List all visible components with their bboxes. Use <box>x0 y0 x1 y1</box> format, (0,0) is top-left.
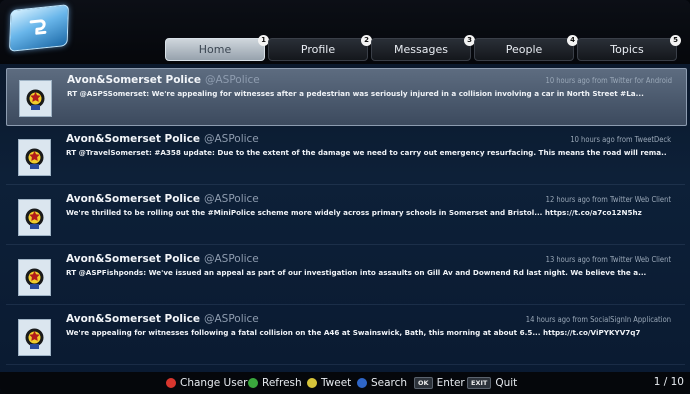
tab-people[interactable]: People 4 <box>474 35 578 61</box>
search-label: Search <box>371 377 408 389</box>
tweet-meta: 10 hours ago from Twitter for Android <box>545 76 672 85</box>
tab-label: People <box>505 43 543 56</box>
tweet-text: RT @TravelSomerset: #A358 update: Due to… <box>66 148 666 157</box>
author-name: Avon&Somerset Police <box>67 74 201 86</box>
ok-key-icon: OK <box>414 377 433 389</box>
police-crest-avatar <box>18 259 51 296</box>
tab-messages[interactable]: Messages 3 <box>371 35 475 61</box>
quit-label: Quit <box>495 377 518 389</box>
police-crest-avatar <box>19 80 52 117</box>
app-logo <box>8 4 70 52</box>
tweet-row[interactable]: Avon&Somerset Police @ASPolice 10 hours a… <box>6 68 687 126</box>
tab-label: Home <box>198 43 232 56</box>
tweet-meta: 12 hours ago from Twitter Web Client <box>545 195 671 204</box>
app-screen: Home 1 Profile 2 Messages 3 People 4 Top… <box>0 0 690 394</box>
tweet-text: We're appealing for witnesses following … <box>66 328 641 337</box>
tweet-author: Avon&Somerset Police @ASPolice <box>66 193 259 205</box>
author-handle: @ASPolice <box>203 253 259 265</box>
enter-button[interactable]: OK Enter <box>414 377 465 389</box>
tweet-text: RT @ASPFishponds: We've issued an appeal… <box>66 268 647 277</box>
tweet-row[interactable]: Avon&Somerset Police @ASPolice 14 hours a… <box>6 308 685 365</box>
tweet-author: Avon&Somerset Police @ASPolice <box>66 133 259 145</box>
tab-home[interactable]: Home 1 <box>165 35 269 61</box>
search-button[interactable]: Search <box>357 377 407 389</box>
author-handle: @ASPolice <box>203 133 259 145</box>
author-handle: @ASPolice <box>204 74 260 86</box>
refresh-label: Refresh <box>262 377 302 389</box>
tweet-row[interactable]: Avon&Somerset Police @ASPolice 12 hours a… <box>6 188 685 245</box>
top-bar: Home 1 Profile 2 Messages 3 People 4 Top… <box>0 0 690 64</box>
author-handle: @ASPolice <box>203 193 259 205</box>
tweet-row[interactable]: Avon&Somerset Police @ASPolice 13 hours a… <box>6 248 685 305</box>
yellow-button-icon <box>307 378 317 388</box>
author-name: Avon&Somerset Police <box>66 193 200 205</box>
tweet-button[interactable]: Tweet <box>307 377 351 389</box>
tweet-row[interactable]: Avon&Somerset Police @ASPolice 10 hours a… <box>6 128 685 185</box>
tab-label: Profile <box>300 43 336 56</box>
change-user-button[interactable]: Change User <box>166 377 247 389</box>
tweet-meta: 14 hours ago from SocialSignIn Applicati… <box>525 315 671 324</box>
change-user-label: Change User <box>180 377 248 389</box>
red-button-icon <box>166 378 176 388</box>
author-handle: @ASPolice <box>203 313 259 325</box>
exit-key-icon: EXIT <box>467 377 492 389</box>
police-crest-avatar <box>18 319 51 356</box>
author-name: Avon&Somerset Police <box>66 313 200 325</box>
tweet-author: Avon&Somerset Police @ASPolice <box>66 253 259 265</box>
tweet-meta: 13 hours ago from Twitter Web Client <box>545 255 671 264</box>
tweet-label: Tweet <box>321 377 352 389</box>
police-crest-avatar <box>18 199 51 236</box>
tab-label: Messages <box>394 43 448 56</box>
blue-button-icon <box>357 378 367 388</box>
refresh-button[interactable]: Refresh <box>248 377 302 389</box>
tab-badge: 5 <box>670 35 681 46</box>
tweet-text: RT @ASPSSomerset: We're appealing for wi… <box>67 89 644 98</box>
enter-label: Enter <box>436 377 465 389</box>
green-button-icon <box>248 378 258 388</box>
tweet-text: We're thrilled to be rolling out the #Mi… <box>66 208 642 217</box>
tweet-author: Avon&Somerset Police @ASPolice <box>66 313 259 325</box>
tweet-author: Avon&Somerset Police @ASPolice <box>67 74 260 86</box>
page-indicator: 1 / 10 <box>653 376 684 388</box>
author-name: Avon&Somerset Police <box>66 133 200 145</box>
twitter-bird-icon <box>29 19 47 35</box>
tweet-meta: 10 hours ago from TweetDeck <box>570 135 671 144</box>
author-name: Avon&Somerset Police <box>66 253 200 265</box>
quit-button[interactable]: EXIT Quit <box>467 377 517 389</box>
tab-label: Topics <box>610 43 644 56</box>
footer-bar: Change User Refresh Tweet Search OK Ente… <box>0 372 690 394</box>
tab-profile[interactable]: Profile 2 <box>268 35 372 61</box>
tab-topics[interactable]: Topics 5 <box>577 35 681 61</box>
police-crest-avatar <box>18 139 51 176</box>
